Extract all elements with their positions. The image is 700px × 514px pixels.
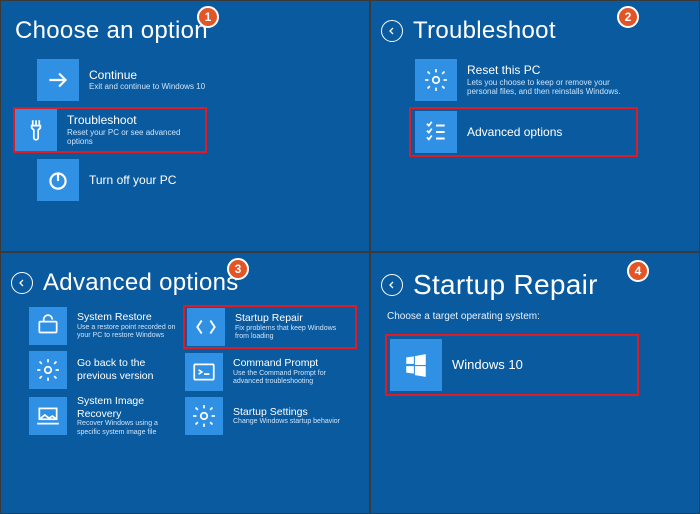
panel-header: Troubleshoot <box>381 17 685 45</box>
gear-icon <box>185 397 223 435</box>
step-badge: 2 <box>617 6 639 28</box>
tile-command-prompt[interactable]: Command Prompt Use the Command Prompt fo… <box>185 353 355 391</box>
image-recovery-icon <box>29 397 67 435</box>
checklist-icon <box>415 111 457 153</box>
tile-troubleshoot[interactable]: Troubleshoot Reset your PC or see advanc… <box>15 109 205 151</box>
tile-label: Command Prompt <box>233 357 343 370</box>
tile-reset-pc[interactable]: Reset this PC Lets you choose to keep or… <box>415 59 685 101</box>
back-button[interactable] <box>11 272 33 294</box>
panel-title: Startup Repair <box>413 269 598 301</box>
panel-troubleshoot: 2 Troubleshoot Reset this PC Lets you ch… <box>370 0 700 252</box>
tile-label: Startup Settings <box>233 406 340 419</box>
panel-title: Choose an option <box>15 17 208 45</box>
tile-label: Advanced options <box>467 125 562 139</box>
cmd-icon <box>185 353 223 391</box>
tile-startup-repair[interactable]: Startup Repair Fix problems that keep Wi… <box>185 307 355 347</box>
tile-advanced-options[interactable]: Advanced options <box>411 109 636 155</box>
tile-system-restore[interactable]: System Restore Use a restore point recor… <box>29 307 181 345</box>
arrow-right-icon <box>37 59 79 101</box>
tile-label: System Image Recovery <box>77 395 181 420</box>
tile-startup-settings[interactable]: Startup Settings Change Windows startup … <box>185 397 355 435</box>
tile-label: System Restore <box>77 311 181 324</box>
tile-continue[interactable]: Continue Exit and continue to Windows 10 <box>37 59 355 101</box>
tile-desc: Use a restore point recorded on your PC … <box>77 324 181 341</box>
panel-subtext: Choose a target operating system: <box>387 311 685 322</box>
panel-header: Advanced options <box>11 269 355 297</box>
tile-system-image-recovery[interactable]: System Image Recovery Recover Windows us… <box>29 395 181 437</box>
tile-label: Continue <box>89 68 205 82</box>
restore-icon <box>29 307 67 345</box>
tile-desc: Fix problems that keep Windows from load… <box>235 325 345 342</box>
tile-label: Windows 10 <box>452 357 523 373</box>
step-badge: 4 <box>627 260 649 282</box>
tile-desc: Use the Command Prompt for advanced trou… <box>233 370 343 387</box>
back-button[interactable] <box>381 20 403 42</box>
back-button[interactable] <box>381 274 403 296</box>
panel-advanced-options: 3 Advanced options System Restore Use a … <box>0 252 370 514</box>
tile-desc: Recover Windows using a specific system … <box>77 420 181 437</box>
panel-startup-repair: 4 Startup Repair Choose a target operati… <box>370 252 700 514</box>
panel-title: Advanced options <box>43 269 239 297</box>
repair-icon <box>187 308 225 346</box>
tile-desc: Reset your PC or see advanced options <box>67 128 197 147</box>
tile-desc: Lets you choose to keep or remove your p… <box>467 78 627 97</box>
windows-icon <box>390 339 442 391</box>
tile-go-back[interactable]: Go back to the previous version <box>29 351 181 389</box>
tile-turn-off[interactable]: Turn off your PC <box>37 159 355 201</box>
tile-desc: Change Windows startup behavior <box>233 418 340 426</box>
tile-windows-10[interactable]: Windows 10 <box>387 336 637 394</box>
tile-label: Startup Repair <box>235 312 345 325</box>
panel-header: Choose an option <box>15 17 355 45</box>
tile-label: Go back to the previous version <box>77 357 181 382</box>
panel-title: Troubleshoot <box>413 17 556 45</box>
tile-desc: Exit and continue to Windows 10 <box>89 82 205 92</box>
gear-icon <box>29 351 67 389</box>
tile-label: Turn off your PC <box>89 173 176 187</box>
power-icon <box>37 159 79 201</box>
tile-label: Reset this PC <box>467 63 627 77</box>
wrench-icon <box>15 109 57 151</box>
step-badge: 1 <box>197 6 219 28</box>
tile-label: Troubleshoot <box>67 113 197 127</box>
panel-choose-option: 1 Choose an option Continue Exit and con… <box>0 0 370 252</box>
gear-icon <box>415 59 457 101</box>
step-badge: 3 <box>227 258 249 280</box>
